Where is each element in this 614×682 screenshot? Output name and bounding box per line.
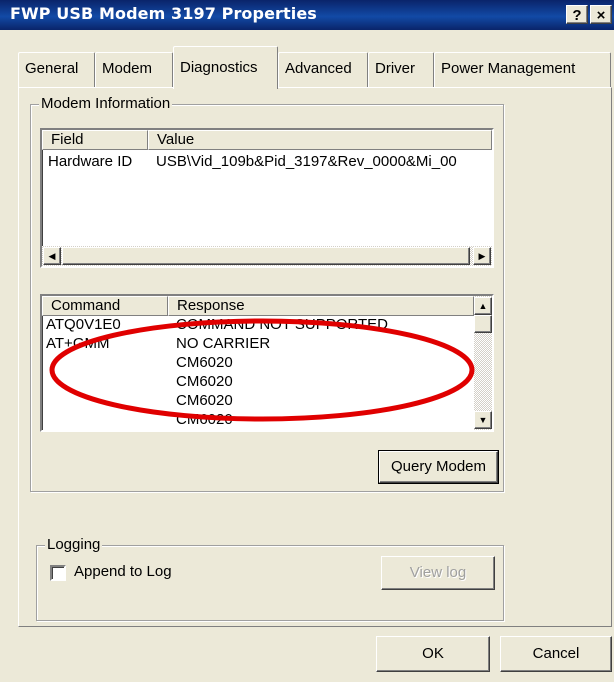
tab-diagnostics[interactable]: Diagnostics	[173, 46, 278, 89]
title-bar[interactable]: FWP USB Modem 3197 Properties ? ×	[0, 0, 614, 30]
close-button[interactable]: ×	[590, 5, 612, 24]
horizontal-scroll-thumb[interactable]	[62, 247, 470, 265]
properties-dialog: FWP USB Modem 3197 Properties ? × Genera…	[0, 0, 614, 682]
ok-label: OK	[422, 645, 444, 662]
tab-advanced[interactable]: Advanced	[278, 52, 368, 88]
column-header-field[interactable]: Field	[42, 130, 148, 150]
view-log-button[interactable]: View log	[381, 556, 495, 590]
hardware-info-list[interactable]: Field Value Hardware ID USB\Vid_109b&Pid…	[40, 128, 494, 268]
append-to-log-checkbox[interactable]	[50, 565, 66, 581]
tab-modem[interactable]: Modem	[95, 52, 173, 88]
scroll-left-button[interactable]: ◀	[43, 247, 61, 265]
view-log-label: View log	[409, 564, 467, 581]
logging-label: Logging	[45, 536, 103, 554]
annotation-ellipse	[49, 318, 475, 422]
tab-advanced-label: Advanced	[285, 60, 352, 77]
value-cell: USB\Vid_109b&Pid_3197&Rev_0000&Mi_00	[156, 153, 457, 170]
help-button[interactable]: ?	[566, 5, 588, 24]
cancel-label: Cancel	[532, 645, 580, 662]
ok-button[interactable]: OK	[376, 636, 490, 672]
field-cell: Hardware ID	[48, 153, 133, 170]
red-ellipse-mark	[49, 318, 475, 422]
tab-power-management-label: Power Management	[441, 60, 576, 77]
tab-general-label: General	[25, 60, 79, 77]
scroll-right-button[interactable]: ▶	[473, 247, 491, 265]
append-to-log-label[interactable]: Append to Log	[74, 563, 172, 580]
tab-diagnostics-label: Diagnostics	[180, 59, 258, 76]
query-modem-button[interactable]: Query Modem	[378, 450, 499, 484]
tab-modem-label: Modem	[102, 60, 153, 77]
tab-driver-label: Driver	[375, 60, 415, 77]
tab-power-management[interactable]: Power Management	[434, 52, 611, 88]
window-title: FWP USB Modem 3197 Properties	[10, 4, 317, 23]
arrow-left-icon: ◀	[48, 251, 56, 261]
arrow-right-icon: ▶	[478, 251, 486, 261]
arrow-up-icon: ▲	[478, 301, 488, 311]
tab-driver[interactable]: Driver	[368, 52, 434, 88]
column-header-value[interactable]: Value	[148, 130, 492, 150]
cancel-button[interactable]: Cancel	[500, 636, 612, 672]
tab-general[interactable]: General	[18, 52, 95, 88]
modem-information-label: Modem Information	[39, 95, 173, 113]
query-modem-label: Query Modem	[390, 458, 487, 475]
